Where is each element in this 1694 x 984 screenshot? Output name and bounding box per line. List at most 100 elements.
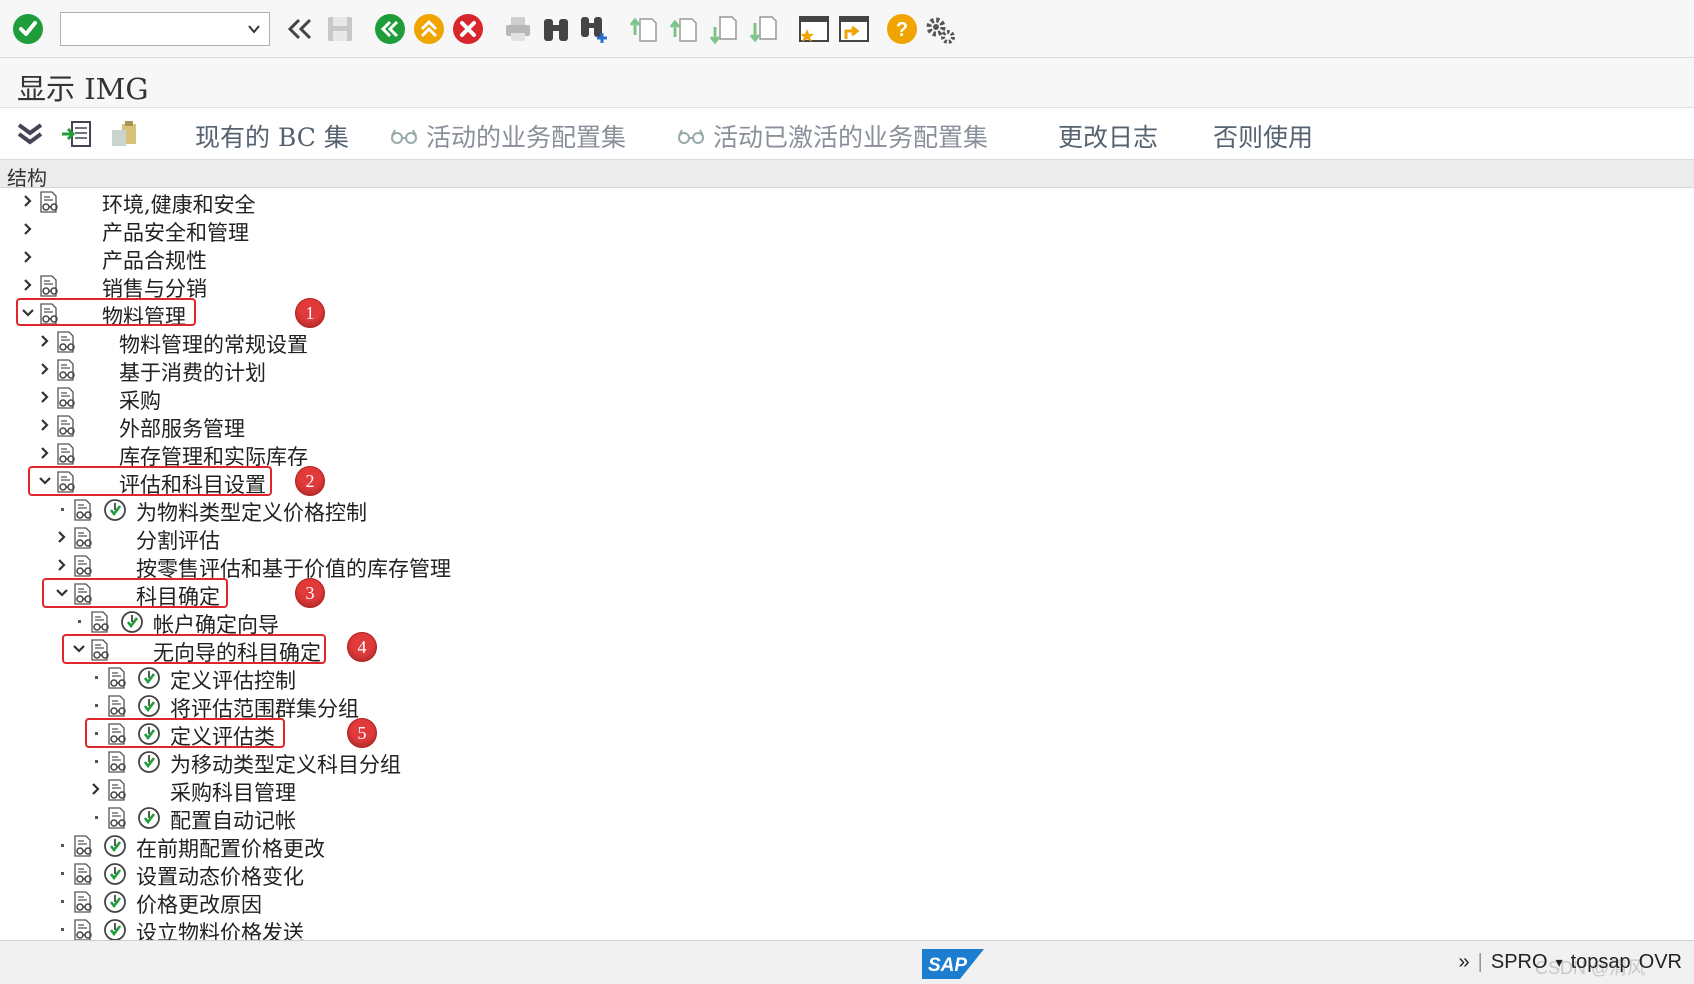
exit-icon[interactable] (411, 11, 447, 47)
tree-node[interactable]: 采购科目管理 (0, 776, 1694, 807)
command-field[interactable] (60, 12, 270, 46)
help-icon[interactable]: ? (884, 11, 920, 47)
tree-node[interactable]: 销售与分销 (0, 272, 1694, 301)
chevron-right-icon[interactable] (21, 276, 35, 294)
tree-node[interactable]: 帐户确定向导 (0, 608, 1694, 637)
find-icon[interactable] (538, 11, 574, 47)
tree-node[interactable]: 产品安全和管理 (0, 216, 1694, 247)
back-icon[interactable] (372, 11, 408, 47)
find-next-icon[interactable] (576, 11, 612, 47)
chevron-down-icon[interactable]: ▾ (1556, 954, 1563, 971)
chevron-right-icon[interactable] (89, 780, 103, 798)
last-page-icon[interactable] (746, 11, 782, 47)
execute-clock-icon[interactable] (137, 666, 161, 690)
save-icon[interactable] (322, 11, 358, 47)
change-log-button[interactable]: 更改日志 (1058, 118, 1158, 154)
cancel-icon[interactable] (450, 11, 486, 47)
chevron-right-icon[interactable] (38, 332, 52, 350)
tree-node[interactable]: 为移动类型定义科目分组 (0, 748, 1694, 779)
tree-node[interactable]: 采购 (0, 384, 1694, 415)
tree-node[interactable]: 价格更改原因 (0, 888, 1694, 919)
tree-node[interactable]: 将评估范围群集分组 (0, 692, 1694, 721)
chevron-right-icon[interactable] (55, 528, 69, 546)
tree-node[interactable]: 库存管理和实际库存 (0, 440, 1694, 469)
highlight-box-1 (16, 298, 196, 326)
chevron-right-icon[interactable] (38, 388, 52, 406)
collapse-double-left-icon[interactable] (282, 11, 318, 47)
enter-icon[interactable] (10, 11, 46, 47)
tree-node-label[interactable]: 产品安全和管理 (102, 217, 249, 247)
tree-node-label[interactable]: 采购 (119, 385, 161, 415)
execute-clock-icon[interactable] (103, 498, 127, 522)
execute-clock-icon[interactable] (103, 890, 127, 914)
tree-node-label[interactable]: 定义评估控制 (170, 665, 296, 695)
chevron-right-icon[interactable] (38, 416, 52, 434)
tree-node-label[interactable]: 为物料类型定义价格控制 (136, 497, 367, 527)
tree-node[interactable]: 物料管理 (0, 300, 1694, 329)
execute-clock-icon[interactable] (137, 806, 161, 830)
where-used-button[interactable]: 否则使用 (1213, 118, 1313, 154)
chevron-right-icon[interactable] (21, 192, 35, 210)
execute-clock-icon[interactable] (137, 750, 161, 774)
expand-all-icon[interactable] (12, 116, 48, 152)
tree-node-label[interactable]: 价格更改原因 (136, 889, 262, 919)
tree-node-label[interactable]: 采购科目管理 (170, 777, 296, 807)
document-glasses-icon (74, 499, 92, 521)
tree-node[interactable]: 设立物料价格发送 (0, 916, 1694, 940)
tree-node-label[interactable]: 设置动态价格变化 (136, 861, 304, 891)
shortcut-icon[interactable] (836, 11, 872, 47)
tree-node-label[interactable]: 产品合规性 (102, 245, 207, 275)
document-glasses-icon (91, 611, 109, 633)
tree-node[interactable]: 基于消费的计划 (0, 356, 1694, 387)
execute-clock-icon[interactable] (120, 610, 144, 634)
tree-node-label[interactable]: 配置自动记帐 (170, 805, 296, 835)
tree-node[interactable]: 在前期配置价格更改 (0, 832, 1694, 863)
document-glasses-icon (74, 527, 92, 549)
tree-node[interactable]: 为物料类型定义价格控制 (0, 496, 1694, 527)
chevron-right-icon[interactable] (21, 220, 35, 238)
tree-node[interactable]: 外部服务管理 (0, 412, 1694, 443)
tree-node-label[interactable]: 物料管理的常规设置 (119, 329, 308, 359)
execute-clock-icon[interactable] (103, 834, 127, 858)
create-session-icon[interactable] (796, 11, 832, 47)
execute-clock-icon[interactable] (103, 862, 127, 886)
tree-node[interactable]: 定义评估控制 (0, 664, 1694, 695)
tree-node[interactable]: 配置自动记帐 (0, 804, 1694, 835)
next-page-icon[interactable] (706, 11, 742, 47)
tree-node-label[interactable]: 外部服务管理 (119, 413, 245, 443)
clipboard-icon[interactable] (106, 116, 142, 152)
structure-header-label: 结构 (7, 166, 47, 190)
tree-node-label[interactable]: 分割评估 (136, 525, 220, 555)
chevron-right-icon[interactable] (21, 248, 35, 266)
settings-icon[interactable] (922, 11, 958, 47)
execute-clock-icon[interactable] (137, 694, 161, 718)
chevron-right-icon[interactable] (38, 360, 52, 378)
tree-node[interactable]: 环境,健康和安全 (0, 188, 1694, 219)
previous-page-icon[interactable] (666, 11, 702, 47)
tree-node-label[interactable]: 设立物料价格发送 (136, 917, 304, 940)
chevron-right-icon[interactable] (38, 444, 52, 462)
command-input[interactable] (61, 13, 241, 45)
transfer-icon[interactable] (58, 116, 94, 152)
double-chevron-right-icon[interactable]: » (1459, 951, 1470, 974)
tree-node-label[interactable]: 为移动类型定义科目分组 (170, 749, 401, 779)
tree-node-label[interactable]: 基于消费的计划 (119, 357, 266, 387)
tree-node[interactable]: 科目确定 (0, 580, 1694, 609)
tree-node-label[interactable]: 在前期配置价格更改 (136, 833, 325, 863)
tree-node-label[interactable]: 环境,健康和安全 (102, 189, 256, 219)
tree-node[interactable]: 分割评估 (0, 524, 1694, 555)
chevron-down-icon[interactable] (245, 19, 263, 39)
first-page-icon[interactable] (626, 11, 662, 47)
application-toolbar: 现有的 BC 集 活动的业务配置集 活动已激活的业务配置集 更改日志 否则使用 (0, 108, 1694, 160)
execute-clock-icon[interactable] (103, 918, 127, 940)
tree-node[interactable]: 产品合规性 (0, 244, 1694, 275)
tree-node[interactable]: 设置动态价格变化 (0, 860, 1694, 891)
tree-node[interactable]: 物料管理的常规设置 (0, 328, 1694, 359)
activated-bc-sets-button[interactable]: 活动已激活的业务配置集 (677, 118, 988, 154)
leaf-bullet (95, 704, 98, 707)
print-icon[interactable] (500, 11, 536, 47)
chevron-right-icon[interactable] (55, 556, 69, 574)
active-bc-sets-button[interactable]: 活动的业务配置集 (390, 118, 626, 154)
tree-node[interactable]: 按零售评估和基于价值的库存管理 (0, 552, 1694, 581)
existing-bc-sets-button[interactable]: 现有的 BC 集 (195, 118, 349, 154)
